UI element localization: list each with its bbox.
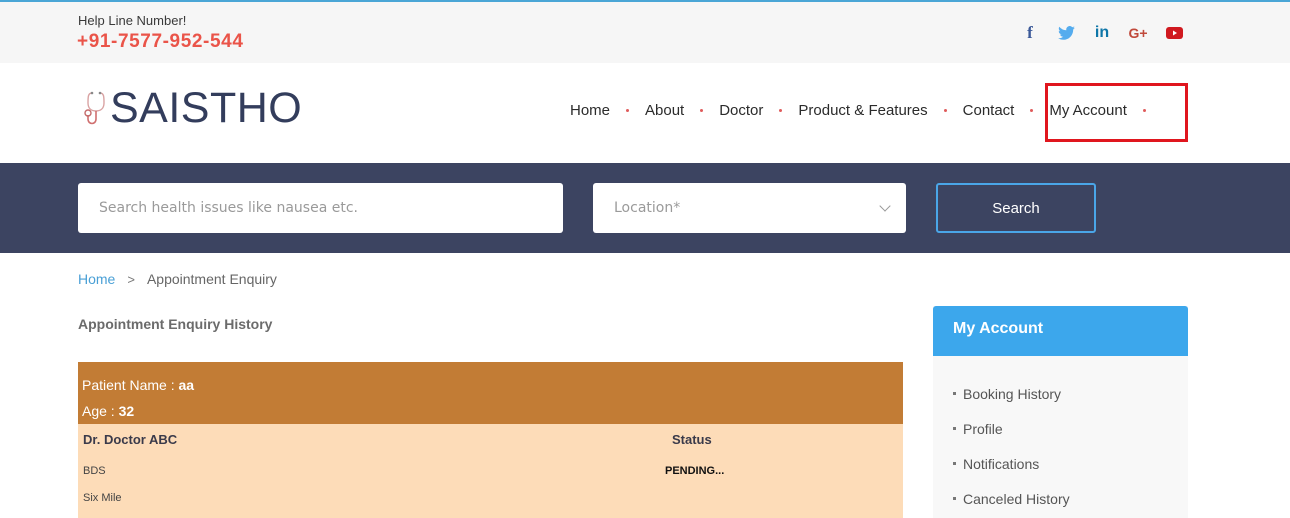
logo-text: SAISTHO [110, 84, 303, 132]
patient-name-row: Patient Name : aa [82, 372, 903, 398]
nav-separator-dot [779, 109, 783, 112]
appointment-card-header: Patient Name : aa Age : 32 [78, 362, 903, 424]
patient-age-row: Age : 32 [82, 398, 903, 424]
doctor-name: Dr. Doctor ABC [83, 432, 178, 447]
health-search-input[interactable] [78, 183, 563, 233]
nav-separator-dot [943, 109, 947, 112]
helpline-label: Help Line Number! [78, 13, 187, 28]
doctor-location: Six Mile [83, 492, 122, 504]
patient-age-value: 32 [118, 403, 135, 419]
social-links: f in G+ [1012, 23, 1192, 43]
status-label: Status [672, 432, 712, 447]
sidebar-item-label[interactable]: Canceled History [963, 491, 1070, 507]
breadcrumb-current: Appointment Enquiry [146, 271, 277, 287]
sidebar-title: My Account [933, 306, 1188, 356]
sidebar-item-booking-history[interactable]: Booking History [933, 376, 1188, 411]
search-button[interactable]: Search [936, 183, 1096, 233]
bullet-icon [953, 427, 956, 430]
sidebar-item-label[interactable]: Profile [963, 421, 1003, 437]
breadcrumb: Home > Appointment Enquiry [78, 271, 277, 287]
appointment-card-body: Dr. Doctor ABC BDS Six Mile Status PENDI… [78, 424, 903, 518]
search-band: Location* Search [0, 163, 1290, 253]
sidebar-item-canceled-history[interactable]: Canceled History [933, 481, 1188, 516]
facebook-icon[interactable]: f [1012, 23, 1048, 43]
logo[interactable]: SAISTHO [82, 87, 302, 130]
stethoscope-icon [84, 91, 105, 124]
my-account-highlight-box [1045, 83, 1188, 142]
nav-separator-dot [1030, 109, 1034, 112]
bullet-icon [953, 497, 956, 500]
breadcrumb-separator-icon: > [127, 271, 135, 287]
nav-separator-dot [700, 109, 704, 112]
breadcrumb-home[interactable]: Home [78, 271, 115, 287]
sidebar-item-label[interactable]: Notifications [963, 456, 1039, 472]
patient-name-value: aa [178, 377, 195, 393]
my-account-sidebar: My Account Booking History Profile Notif… [933, 306, 1188, 518]
top-bar: Help Line Number! +91-7577-952-544 f in … [0, 0, 1290, 63]
patient-name-label: Patient Name : [82, 377, 179, 393]
nav-product-features[interactable]: Product & Features [798, 102, 927, 119]
twitter-icon[interactable] [1048, 23, 1084, 43]
patient-age-label: Age : [82, 403, 119, 419]
sidebar-item-profile[interactable]: Profile [933, 411, 1188, 446]
bullet-icon [953, 392, 956, 395]
sidebar-menu: Booking History Profile Notifications Ca… [933, 356, 1188, 516]
nav-home[interactable]: Home [570, 102, 610, 119]
sidebar-item-notifications[interactable]: Notifications [933, 446, 1188, 481]
linkedin-icon[interactable]: in [1084, 23, 1120, 43]
nav-separator-dot [626, 109, 630, 112]
nav-about[interactable]: About [645, 102, 684, 119]
google-plus-icon[interactable]: G+ [1120, 23, 1156, 43]
appointment-card: Patient Name : aa Age : 32 Dr. Doctor AB… [78, 362, 903, 518]
doctor-degree: BDS [83, 465, 106, 477]
site-header: SAISTHO Home About Doctor Product & Feat… [0, 63, 1290, 163]
page-title: Appointment Enquiry History [78, 316, 273, 332]
location-select[interactable]: Location* [593, 183, 906, 233]
location-placeholder: Location* [614, 200, 681, 216]
bullet-icon [953, 462, 956, 465]
youtube-icon[interactable] [1156, 23, 1192, 43]
nav-doctor[interactable]: Doctor [719, 102, 763, 119]
helpline-number[interactable]: +91-7577-952-544 [77, 31, 243, 53]
chevron-down-icon [879, 200, 891, 212]
sidebar-item-label[interactable]: Booking History [963, 386, 1061, 402]
nav-contact[interactable]: Contact [963, 102, 1015, 119]
status-badge: PENDING... [665, 465, 725, 477]
